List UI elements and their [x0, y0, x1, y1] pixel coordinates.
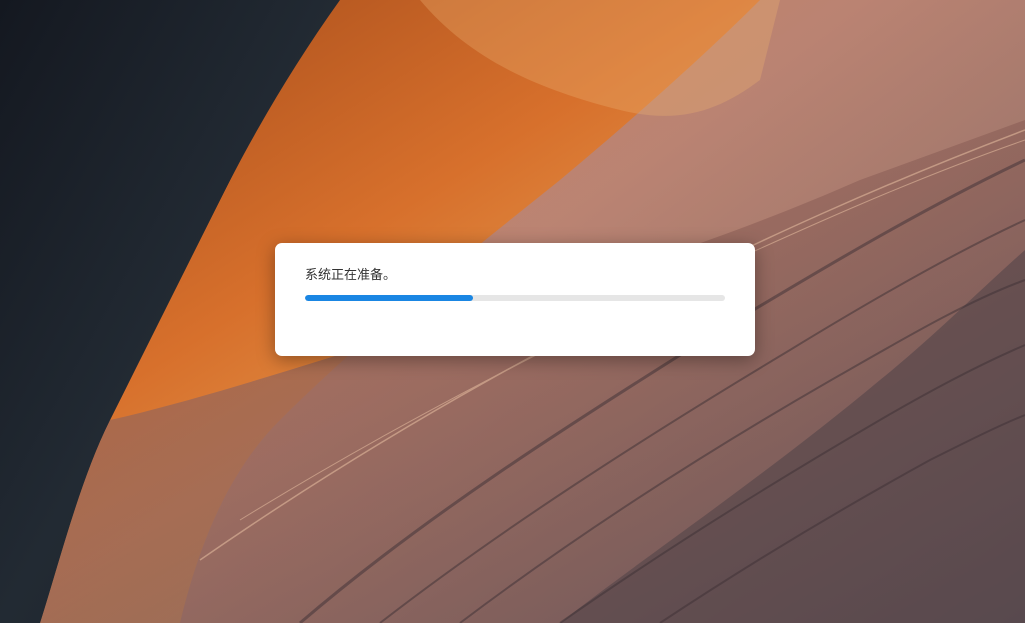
status-message: 系统正在准备。 [305, 268, 397, 283]
progress-bar-fill [305, 295, 473, 301]
progress-bar [305, 295, 725, 301]
desktop: 系统正在准备。 [0, 0, 1025, 623]
system-preparing-dialog: 系统正在准备。 [275, 243, 755, 356]
